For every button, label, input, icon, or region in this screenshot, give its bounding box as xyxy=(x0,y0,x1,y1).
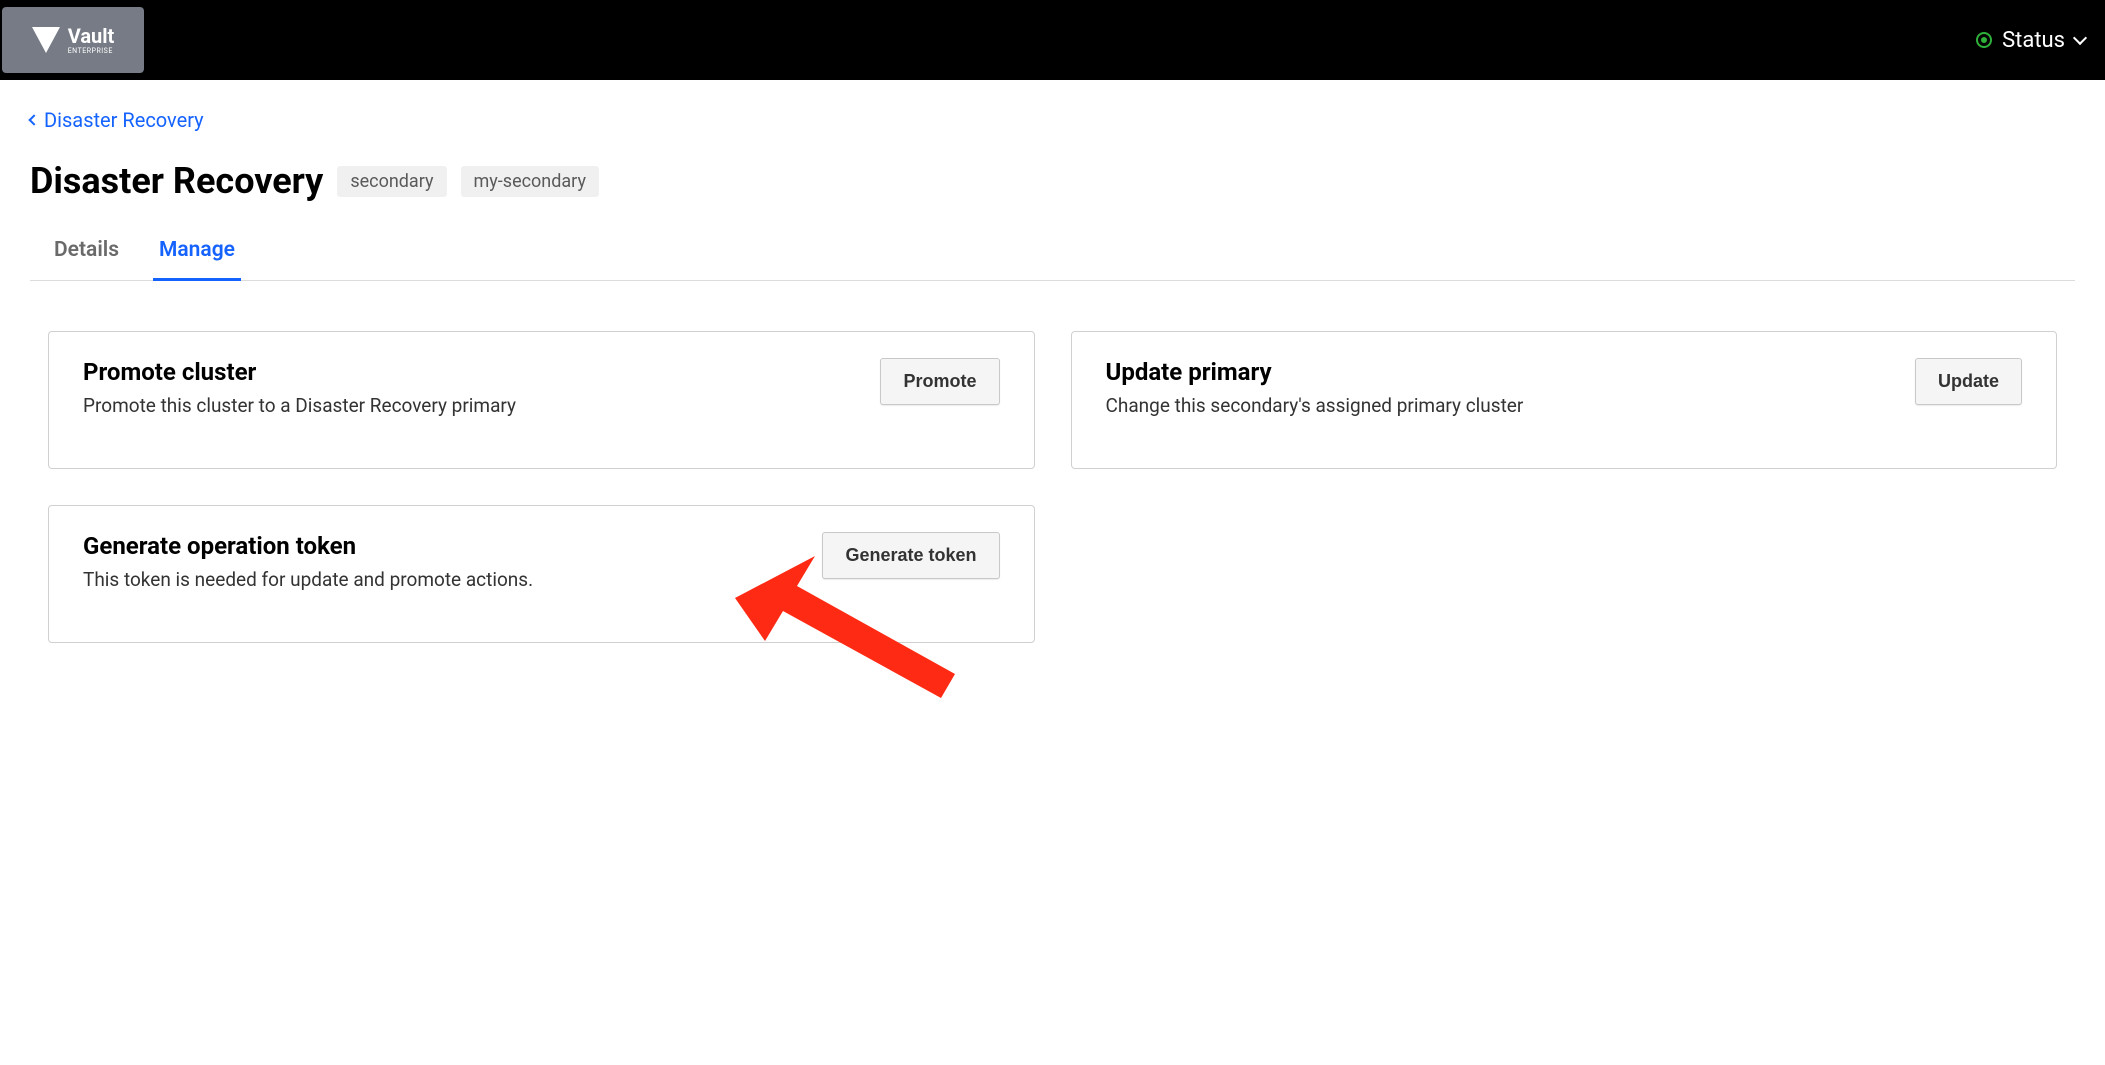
chevron-down-icon xyxy=(2073,31,2087,45)
logo[interactable]: Vault ENTERPRISE xyxy=(2,7,144,73)
card-title: Generate operation token xyxy=(83,532,802,560)
tab-details[interactable]: Details xyxy=(48,230,125,281)
topbar: Vault ENTERPRISE Status xyxy=(0,0,2105,80)
promote-button[interactable]: Promote xyxy=(880,358,999,405)
card-description: This token is needed for update and prom… xyxy=(83,566,802,594)
generate-token-card: Generate operation token This token is n… xyxy=(48,505,1035,643)
content: Disaster Recovery Disaster Recovery seco… xyxy=(0,80,2105,671)
chevron-left-icon xyxy=(28,114,39,125)
logo-text: Vault ENTERPRISE xyxy=(68,26,115,55)
card-text: Promote cluster Promote this cluster to … xyxy=(83,358,860,420)
tabs: Details Manage xyxy=(30,230,2075,281)
promote-cluster-card: Promote cluster Promote this cluster to … xyxy=(48,331,1035,469)
update-button[interactable]: Update xyxy=(1915,358,2022,405)
logo-main: Vault xyxy=(68,26,115,46)
status-indicator-icon xyxy=(1976,32,1992,48)
status-dropdown[interactable]: Status xyxy=(1976,28,2085,53)
role-badge: secondary xyxy=(337,166,446,197)
breadcrumb-link[interactable]: Disaster Recovery xyxy=(44,108,204,132)
tab-manage[interactable]: Manage xyxy=(153,230,241,281)
generate-token-button[interactable]: Generate token xyxy=(822,532,999,579)
card-description: Change this secondary's assigned primary… xyxy=(1106,392,1895,420)
cards-grid: Promote cluster Promote this cluster to … xyxy=(30,281,2075,643)
status-label: Status xyxy=(2002,28,2065,53)
update-primary-card: Update primary Change this secondary's a… xyxy=(1071,331,2058,469)
card-title: Promote cluster xyxy=(83,358,860,386)
card-text: Generate operation token This token is n… xyxy=(83,532,802,594)
page-title: Disaster Recovery xyxy=(30,160,323,202)
logo-sub: ENTERPRISE xyxy=(68,48,115,55)
title-row: Disaster Recovery secondary my-secondary xyxy=(30,160,2075,202)
card-text: Update primary Change this secondary's a… xyxy=(1106,358,1895,420)
name-badge: my-secondary xyxy=(461,166,599,197)
vault-logo-icon xyxy=(32,27,60,53)
card-title: Update primary xyxy=(1106,358,1895,386)
card-description: Promote this cluster to a Disaster Recov… xyxy=(83,392,860,420)
breadcrumb: Disaster Recovery xyxy=(30,108,2075,132)
